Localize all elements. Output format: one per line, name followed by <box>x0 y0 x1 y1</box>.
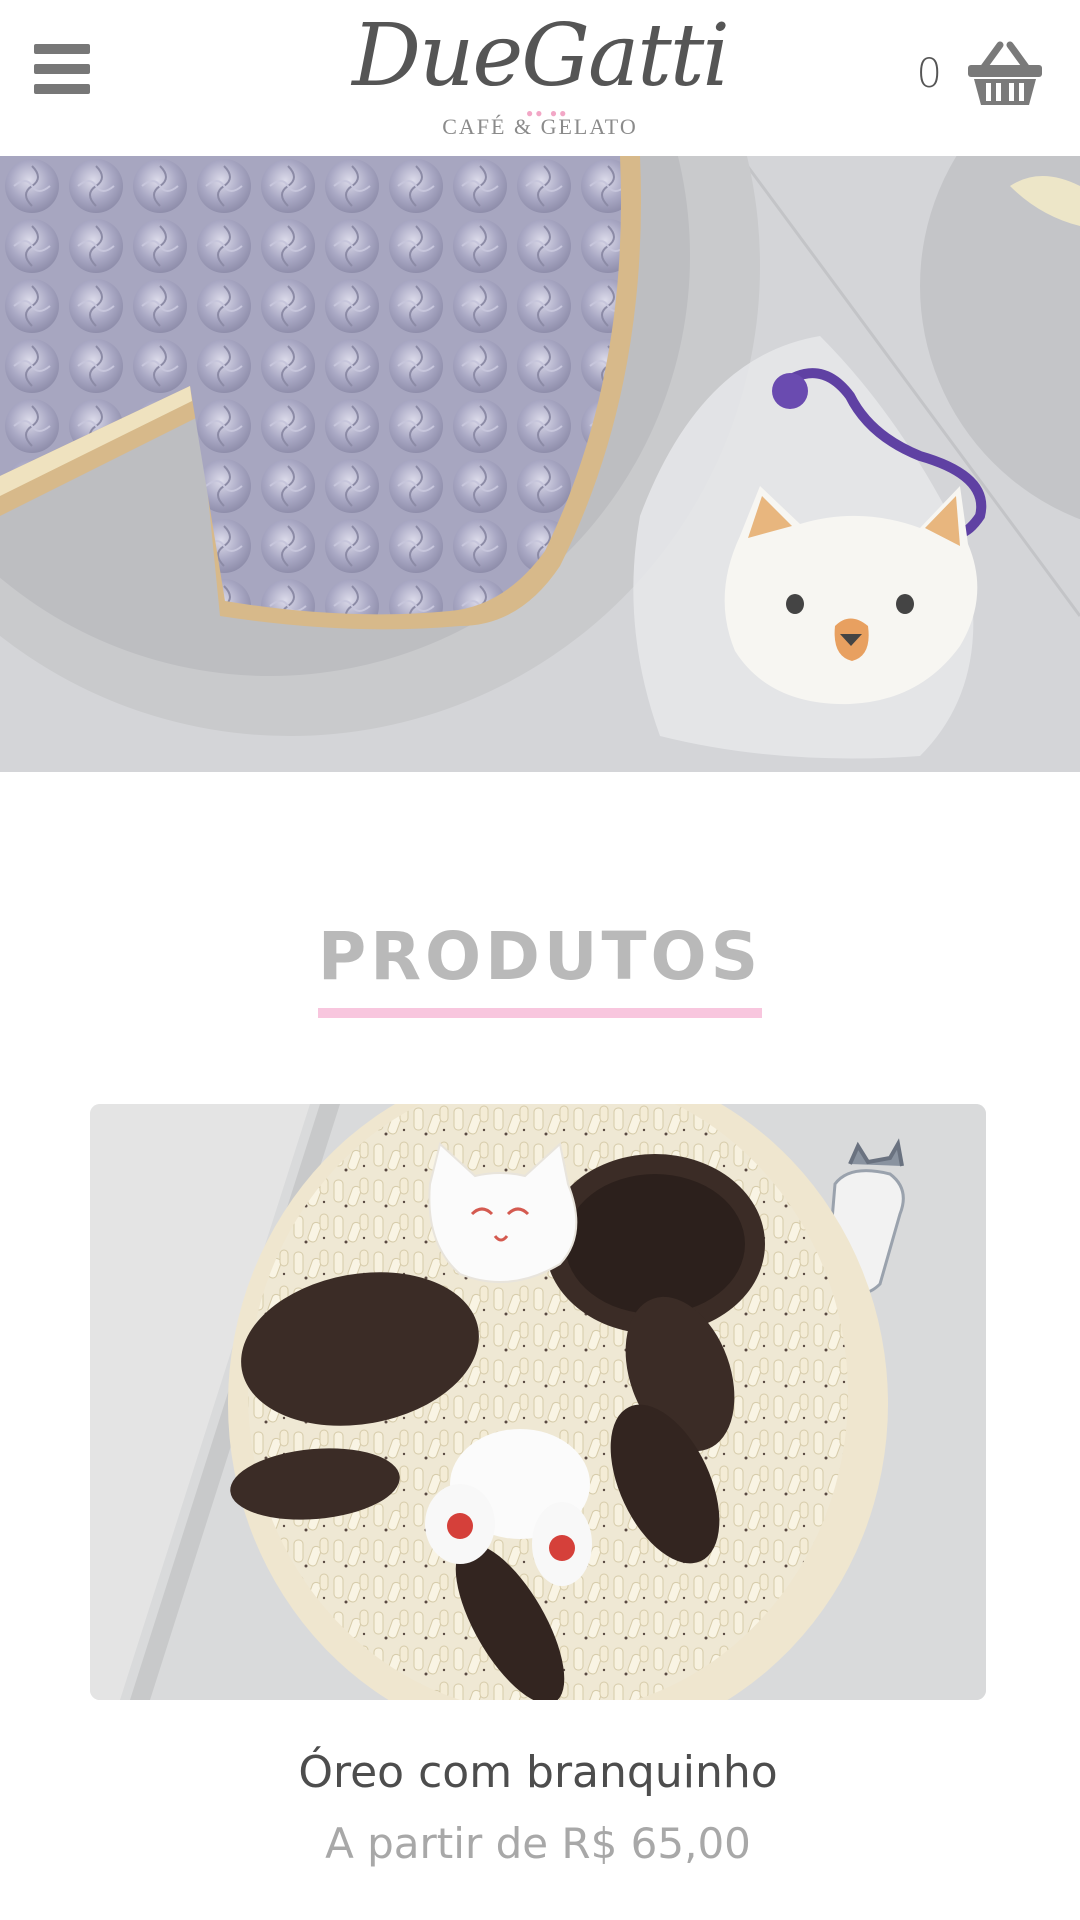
cart-count: 0 <box>916 51 942 97</box>
paw-prints-icon: ●● ●● <box>526 106 569 120</box>
section-title: PRODUTOS <box>317 912 763 1018</box>
product-image[interactable] <box>90 1104 986 1700</box>
cart-button[interactable]: 0 <box>917 36 1044 112</box>
hero-illustration <box>0 156 1080 772</box>
product-price: A partir de R$ 65,00 <box>325 1819 751 1868</box>
site-header: DueGatti ●● ●● CAFÉ & GELATO 0 <box>0 0 1080 157</box>
logo-script-text: DueGatti <box>352 6 730 106</box>
product-card[interactable]: Óreo com branquinho A partir de R$ 65,00 <box>90 1104 986 1870</box>
shopping-basket-icon <box>968 41 1042 105</box>
hero-banner-image <box>0 156 1080 772</box>
product-name[interactable]: Óreo com branquinho <box>90 1746 986 1800</box>
product-illustration <box>90 1104 986 1700</box>
section-header: PRODUTOS <box>0 912 1080 1018</box>
page: DueGatti ●● ●● CAFÉ & GELATO 0 PRODUTOS … <box>0 0 1080 1920</box>
hamburger-menu-icon[interactable] <box>30 40 96 98</box>
site-logo[interactable]: DueGatti ●● ●● CAFÉ & GELATO <box>340 6 740 146</box>
